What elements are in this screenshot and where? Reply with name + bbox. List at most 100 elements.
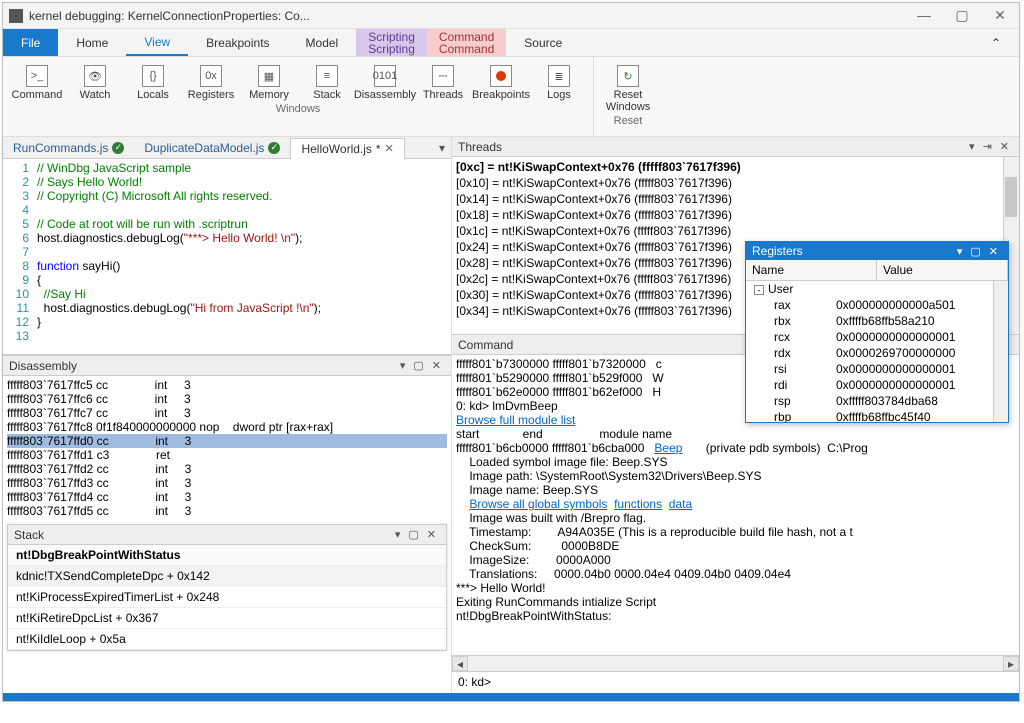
menubar: File Home View Breakpoints Model Scripti… [3,29,1019,57]
scrollbar[interactable] [993,281,1008,422]
command-input[interactable]: 0: kd> [452,671,1019,693]
ribbon-group-windows: Windows [3,103,593,119]
menu-file[interactable]: File [3,29,58,56]
register-group[interactable]: -User [746,281,1008,297]
status-bar [3,693,1019,701]
functions-link[interactable]: functions [614,497,662,511]
menu-model[interactable]: Model [288,29,357,56]
left-column: RunCommands.js✓ DuplicateDataModel.js✓ H… [3,137,451,693]
thread-row[interactable]: [0x14] = nt!KiSwapContext+0x76 (fffff803… [456,191,1015,207]
registers-window[interactable]: Registers ▾ ▢ ✕ Name Value -User rax0x00… [745,241,1009,423]
disassembly-row[interactable]: fffff803`7617ffd2 cc int 3 [7,462,447,476]
menu-view[interactable]: View [126,29,188,56]
panel-maximize-button[interactable]: ▢ [404,528,422,541]
disassembly-row[interactable]: fffff803`7617ffd4 cc int 3 [7,490,447,504]
command-button[interactable]: >_Command [11,63,63,103]
register-row[interactable]: rbp0xffffb68ffbc45f40 [746,409,1008,422]
registers-button[interactable]: 0xRegisters [185,63,237,103]
register-row[interactable]: rsp0xfffff803784dba68 [746,393,1008,409]
close-button[interactable]: ✕ [987,7,1013,24]
panel-maximize-button[interactable]: ▢ [409,359,427,372]
browse-modules-link[interactable]: Browse full module list [456,413,575,427]
stack-row[interactable]: kdnic!TXSendCompleteDpc + 0x142 [8,566,446,587]
disassembly-body[interactable]: fffff803`7617ffc5 cc int 3fffff803`7617f… [3,376,451,520]
registers-body[interactable]: -User rax0x000000000000a501rbx0xffffb68f… [746,281,1008,422]
menu-source[interactable]: Source [506,29,580,56]
menu-scripting[interactable]: ScriptingScripting [356,29,427,56]
tab-overflow-button[interactable]: ▾ [433,141,451,155]
stack-icon: ≡ [316,65,338,87]
locals-button[interactable]: {}Locals [127,63,179,103]
col-value[interactable]: Value [877,260,1008,280]
reset-windows-button[interactable]: Reset Windows [602,63,654,115]
disassembly-row[interactable]: fffff803`7617ffc5 cc int 3 [7,378,447,392]
close-icon[interactable]: ✕ [385,142,394,155]
register-row[interactable]: rdi0x0000000000000001 [746,377,1008,393]
panel-close-button[interactable]: ✕ [985,245,1002,258]
module-link[interactable]: Beep [654,441,682,455]
col-name[interactable]: Name [746,260,877,280]
registers-titlebar[interactable]: Registers ▾ ▢ ✕ [746,242,1008,260]
stack-button[interactable]: ≡Stack [301,63,353,103]
tab-helloworld[interactable]: HelloWorld.js*✕ [290,138,404,160]
ribbon-collapse-button[interactable]: ⌃ [973,29,1019,56]
menu-breakpoints[interactable]: Breakpoints [188,29,287,56]
stack-row[interactable]: nt!KiProcessExpiredTimerList + 0x248 [8,587,446,608]
disassembly-row[interactable]: fffff803`7617ffd3 cc int 3 [7,476,447,490]
app-icon [9,9,23,23]
register-row[interactable]: rdx0x0000269700000000 [746,345,1008,361]
register-row[interactable]: rbx0xffffb68ffb58a210 [746,313,1008,329]
disassembly-row[interactable]: fffff803`7617ffd0 cc int 3 [7,434,447,448]
panel-menu-button[interactable]: ▾ [953,245,967,258]
tab-duplicatedatamodel[interactable]: DuplicateDataModel.js✓ [134,138,290,158]
stack-row[interactable]: nt!KiRetireDpcList + 0x367 [8,608,446,629]
stack-body[interactable]: nt!DbgBreakPointWithStatus kdnic!TXSendC… [8,545,446,650]
thread-row[interactable]: [0x18] = nt!KiSwapContext+0x76 (fffff803… [456,207,1015,223]
menu-command[interactable]: CommandCommand [427,29,506,56]
data-link[interactable]: data [669,497,692,511]
breakpoints-button[interactable]: Breakpoints [475,63,527,103]
disassembly-row[interactable]: fffff803`7617ffc7 cc int 3 [7,406,447,420]
register-row[interactable]: rax0x000000000000a501 [746,297,1008,313]
panel-menu-button[interactable]: ▾ [391,528,405,541]
memory-button[interactable]: ▦Memory [243,63,295,103]
register-row[interactable]: rcx0x0000000000000001 [746,329,1008,345]
scrollbar-thumb[interactable] [1005,177,1017,217]
disassembly-row[interactable]: fffff803`7617ffd1 c3 ret [7,448,447,462]
disassembly-button[interactable]: 0101Disassembly [359,63,411,103]
threads-button[interactable]: ⎓Threads [417,63,469,103]
disassembly-row[interactable]: fffff803`7617ffd5 cc int 3 [7,504,447,518]
stack-row[interactable]: nt!DbgBreakPointWithStatus [8,545,446,566]
thread-row[interactable]: [0xc] = nt!KiSwapContext+0x76 (fffff803`… [456,159,1015,175]
scroll-left-button[interactable]: ◂ [452,656,468,671]
disassembly-panel: Disassembly ▾ ▢ ✕ fffff803`7617ffc5 cc i… [3,355,451,520]
panel-menu-button[interactable]: ▾ [965,140,979,153]
scroll-right-button[interactable]: ▸ [1003,656,1019,671]
panel-maximize-button[interactable]: ▢ [966,245,984,258]
panel-menu-button[interactable]: ▾ [396,359,410,372]
minimize-button[interactable]: — [911,7,937,24]
disassembly-row[interactable]: fffff803`7617ffc6 cc int 3 [7,392,447,406]
stack-row[interactable]: nt!KiIdleLoop + 0x5a [8,629,446,650]
register-row[interactable]: rsi0x0000000000000001 [746,361,1008,377]
registers-columns: Name Value [746,260,1008,281]
menu-home[interactable]: Home [58,29,126,56]
panel-close-button[interactable]: ✕ [996,140,1013,153]
stack-panel: Stack ▾ ▢ ✕ nt!DbgBreakPointWithStatus k… [7,524,447,651]
logs-button[interactable]: ≣Logs [533,63,585,103]
stack-title: Stack [14,528,391,542]
browse-symbols-link[interactable]: Browse all global symbols [469,497,607,511]
thread-row[interactable]: [0x10] = nt!KiSwapContext+0x76 (fffff803… [456,175,1015,191]
tab-runcommands[interactable]: RunCommands.js✓ [3,138,134,158]
panel-pin-button[interactable]: ⇥ [979,140,996,153]
panel-close-button[interactable]: ✕ [423,528,440,541]
disassembly-row[interactable]: fffff803`7617ffc8 0f1f840000000000 nop d… [7,420,447,434]
ribbon-group-reset: Reset [594,115,662,131]
horizontal-scrollbar[interactable]: ◂ ▸ [452,655,1019,671]
watch-button[interactable]: 👁Watch [69,63,121,103]
maximize-button[interactable]: ▢ [949,7,975,24]
code-editor[interactable]: 1// WinDbg JavaScript sample 2// Says He… [3,159,451,355]
panel-close-button[interactable]: ✕ [428,359,445,372]
thread-row[interactable]: [0x1c] = nt!KiSwapContext+0x76 (fffff803… [456,223,1015,239]
collapse-icon[interactable]: - [754,285,764,295]
